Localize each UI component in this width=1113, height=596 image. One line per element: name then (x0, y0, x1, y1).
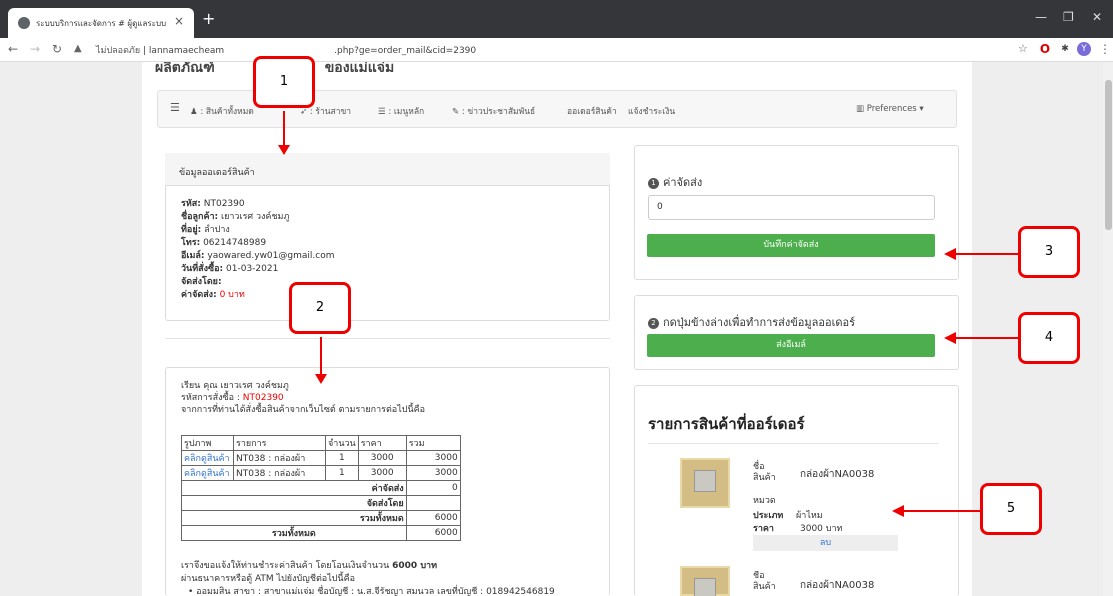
globe-icon (18, 17, 30, 29)
url-tail: .php?ge=order_mail&cid=2390 (334, 46, 477, 56)
address-bar: ← → ↻ ▲ ไม่ปลอดภัย | lannamaecheam .php?g… (0, 38, 1113, 62)
order-info-title: ข้อมูลออเดอร์สินค้า (179, 168, 255, 178)
new-tab-icon[interactable]: + (202, 9, 215, 28)
callout-3-arrow-line (955, 253, 1018, 255)
callout-5-arrowhead (892, 505, 904, 517)
divider (165, 338, 610, 339)
callout-1: 1 (253, 56, 315, 108)
nav-item-main-menu[interactable]: ☰ : เมนูหลัก (378, 104, 424, 118)
product-thumbnail (680, 458, 730, 508)
table-header-row: รูปภาพ รายการ จำนวน ราคา รวม (181, 435, 461, 451)
send-email-button[interactable]: ส่งอีเมล์ (647, 334, 935, 357)
browser-tab[interactable]: ระบบบริการและจัดการ # ผู้ดูแลระบบ × (8, 8, 194, 38)
menu-icon[interactable]: ⋮ (1099, 42, 1111, 56)
divider (648, 443, 938, 444)
product-name-label: ชื่อ สินค้า (753, 462, 776, 483)
minimize-icon[interactable]: — (1035, 10, 1047, 24)
callout-4: 4 (1018, 312, 1080, 364)
callout-2: 2 (289, 282, 351, 334)
send-email-title: 2 กดปุ่มข้างล่างเพื่อทำการส่งข้อมูลออเดอร… (648, 313, 855, 331)
mail-bank-line: ผ่านธนาคารหรือตู้ ATM ไปยังบัญชีต่อไปนี้… (181, 574, 356, 584)
mail-bank-item: • ออมมสิน สาขา : สาขาแม่แจ่ม ชื่อบัญชี :… (188, 587, 555, 596)
view-product-link[interactable]: คลิกดูสินค้า (181, 450, 234, 466)
reload-icon[interactable]: ↻ (52, 42, 62, 56)
product-name: กล่องผ้าNA0038 (800, 469, 875, 480)
nav-item-orders[interactable]: ออเดอร์สินค้า (567, 104, 617, 118)
sum-row: รวมทั้งหมด 6000 (181, 510, 461, 526)
nav-item-products[interactable]: ♟ : สินค้าทั้งหมด (190, 104, 254, 118)
save-shipping-button[interactable]: บันทึกค่าจัดส่ง (647, 234, 935, 257)
tab-close-icon[interactable]: × (174, 14, 184, 28)
table-row: คลิกดูสินค้า NT038 : กล่องผ้า 1 3000 300… (181, 450, 461, 466)
product-type: ผ้าไหม (796, 511, 823, 521)
send-email-panel (634, 295, 959, 370)
list-icon[interactable]: ☰ (170, 101, 180, 114)
callout-3-arrowhead (944, 248, 956, 260)
shipping-cost-input[interactable]: 0 (648, 195, 935, 220)
window-close-icon[interactable]: ✕ (1092, 10, 1102, 24)
order-code-row: รหัส: NT02390 (181, 199, 245, 209)
star-icon[interactable]: ☆ (1018, 42, 1028, 55)
callout-1-arrow-line (283, 111, 285, 146)
warning-icon[interactable]: ▲ (74, 43, 82, 54)
callout-5: 5 (980, 483, 1042, 535)
callout-5-arrow-line (903, 510, 980, 512)
maximize-icon[interactable]: ❐ (1063, 10, 1074, 24)
url-warning: ไม่ปลอดภัย (96, 46, 141, 56)
email-row: อีเมล์: yaowared.yw01@gmail.com (181, 251, 335, 261)
opera-icon[interactable]: O (1038, 42, 1052, 56)
ship-row: ค่าจัดส่ง 0 (181, 480, 461, 496)
profile-avatar[interactable]: Y (1077, 42, 1091, 56)
callout-2-arrow-line (320, 337, 322, 375)
nav-preferences[interactable]: ▥ Preferences ▾ (856, 104, 924, 114)
address-row: ที่อยู่: ลำปาง (181, 225, 230, 235)
step-2-badge: 2 (648, 317, 659, 329)
view-product-link[interactable]: คลิกดูสินค้า (181, 465, 234, 481)
callout-3: 3 (1018, 226, 1080, 278)
product-category-label: หมวด (753, 496, 776, 506)
shipping-title: 1 ค่าจัดส่ง (648, 173, 702, 191)
phone-row: โทร: 06214748989 (181, 238, 267, 248)
back-icon[interactable]: ← (8, 42, 18, 56)
mail-intro: จากการที่ท่านได้สั่งซื้อสินค้าจากเว็บไซต… (181, 405, 426, 415)
customer-row: ชื่อลูกค้า: เยาวเรศ วงค์ชมภู (181, 212, 290, 222)
mail-payment-line: เราจึงขอแจ้งให้ท่านชำระค่าสินค้า โดยโอนเ… (181, 561, 438, 571)
order-info-header: ข้อมูลออเดอร์สินค้า (165, 153, 610, 186)
product-name-label: ชื่อ สินค้า (753, 571, 776, 592)
grand-total-row: รวมทั้งหมด 6000 (181, 525, 461, 541)
callout-4-arrowhead (944, 332, 956, 344)
scrollbar-thumb[interactable] (1105, 80, 1112, 230)
product-price: 3000 บาท (800, 524, 843, 534)
ship-by-row: จัดส่งโดย (181, 495, 461, 511)
ship-cost-row: ค่าจัดส่ง: 0 บาท (181, 290, 245, 300)
product-name: กล่องผ้าNA0038 (800, 580, 875, 591)
nav-item-payment[interactable]: แจ้งชำระเงิน (628, 104, 675, 118)
products-heading: รายการสินค้าที่ออร์เดอร์ (648, 415, 805, 433)
tab-title: ระบบบริการและจัดการ # ผู้ดูแลระบบ (36, 19, 166, 28)
callout-4-arrow-line (955, 337, 1018, 339)
delete-product-button[interactable]: ลบ (753, 535, 898, 551)
product-type-label: ประเภท (753, 511, 784, 521)
callout-2-arrowhead (315, 374, 327, 384)
puzzle-icon[interactable]: ✱ (1058, 42, 1072, 56)
browser-tab-bar: ระบบบริการและจัดการ # ผู้ดูแลระบบ × + — … (0, 0, 1113, 38)
forward-icon[interactable]: → (30, 42, 40, 56)
product-price-label: ราคา (753, 524, 774, 534)
table-row: คลิกดูสินค้า NT038 : กล่องผ้า 1 3000 300… (181, 465, 461, 481)
nav-item-news[interactable]: ✎ : ข่าวประชาสัมพันธ์ (452, 104, 535, 118)
product-thumbnail (680, 566, 730, 596)
callout-1-arrowhead (278, 145, 290, 155)
order-items-table: รูปภาพ รายการ จำนวน ราคา รวม คลิกดูสินค้… (181, 435, 461, 541)
step-1-badge: 1 (648, 177, 659, 189)
url-field[interactable]: ไม่ปลอดภัย | lannamaecheam .php?ge=order_… (96, 43, 476, 57)
url-text: lannamaecheam (148, 46, 225, 56)
date-row: วันที่สั่งซื้อ: 01-03-2021 (181, 264, 279, 274)
ship-by-row: จัดส่งโดย: (181, 277, 222, 287)
